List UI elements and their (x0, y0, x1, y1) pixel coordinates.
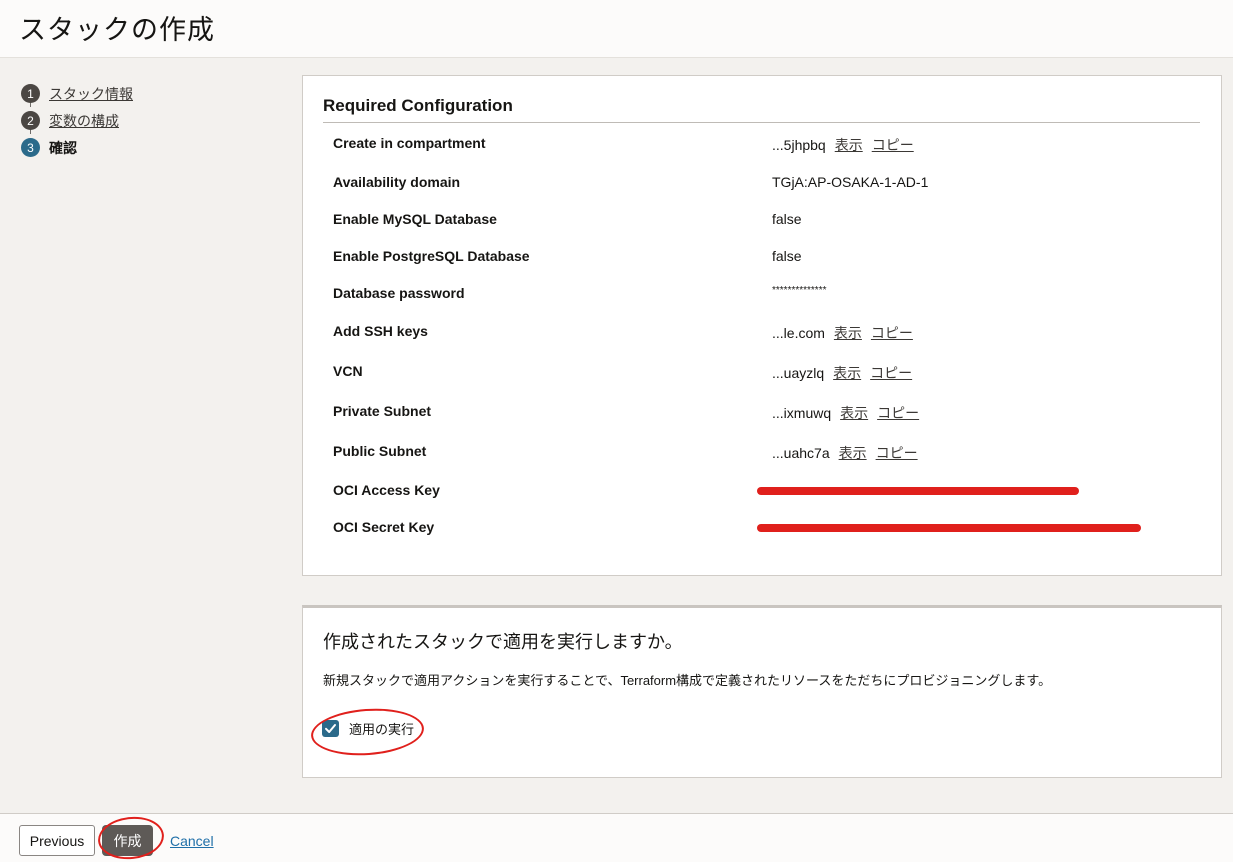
config-label: Database password (333, 285, 465, 301)
config-row-postgresql: Enable PostgreSQL Database false (333, 248, 1193, 268)
config-value (757, 519, 1141, 535)
step-label: 確認 (49, 139, 77, 156)
copy-link[interactable]: コピー (871, 325, 913, 341)
step-number: 2 (21, 111, 40, 130)
step-label[interactable]: スタック情報 (49, 84, 133, 104)
step-review: 3 確認 (21, 134, 133, 161)
checkmark-icon (325, 724, 336, 733)
value-text: ...le.com (772, 325, 825, 341)
show-link[interactable]: 表示 (839, 445, 867, 461)
config-label: Add SSH keys (333, 323, 428, 339)
config-label: OCI Access Key (333, 482, 440, 498)
config-row-public-subnet: Public Subnet ...uahc7a 表示 コピー (333, 443, 1193, 463)
config-label: Enable MySQL Database (333, 211, 497, 227)
run-apply-checkbox-row[interactable]: 適用の実行 (322, 719, 414, 738)
redaction-mark (757, 487, 1079, 496)
section-divider (323, 122, 1200, 123)
redaction-mark (757, 524, 1141, 533)
config-label: VCN (333, 363, 363, 379)
page-title: スタックの作成 (19, 15, 215, 45)
show-link[interactable]: 表示 (834, 325, 862, 341)
config-value: ...5jhpbq 表示 コピー (772, 135, 914, 155)
config-label: Availability domain (333, 174, 461, 190)
config-row-oci-access-key: OCI Access Key (333, 482, 1193, 502)
config-value: ************** (772, 285, 827, 296)
apply-description: 新規スタックで適用アクションを実行することで、Terraform構成で定義された… (323, 673, 1052, 688)
run-apply-label[interactable]: 適用の実行 (349, 719, 414, 738)
cancel-link[interactable]: Cancel (170, 833, 214, 849)
config-value: ...uayzlq 表示 コピー (772, 363, 912, 383)
copy-link[interactable]: コピー (872, 137, 914, 153)
step-variables[interactable]: 2 変数の構成 (21, 107, 133, 134)
config-value: ...uahc7a 表示 コピー (772, 443, 918, 463)
copy-link[interactable]: コピー (876, 445, 918, 461)
value-text: ...uayzlq (772, 365, 825, 381)
config-row-mysql: Enable MySQL Database false (333, 211, 1193, 231)
page-header: スタックの作成 (0, 0, 1233, 58)
step-number: 3 (21, 138, 40, 157)
config-label: Enable PostgreSQL Database (333, 248, 530, 264)
section-title: Required Configuration (323, 96, 513, 115)
show-link[interactable]: 表示 (835, 137, 863, 153)
config-row-compartment: Create in compartment ...5jhpbq 表示 コピー (333, 135, 1193, 155)
config-row-availability-domain: Availability domain TGjA:AP-OSAKA-1-AD-1 (333, 174, 1193, 194)
create-button[interactable]: 作成 (102, 825, 153, 856)
config-label: Private Subnet (333, 403, 432, 419)
wizard-steps: 1 スタック情報 2 変数の構成 3 確認 (21, 80, 133, 161)
value-text: ...ixmuwq (772, 405, 832, 421)
show-link[interactable]: 表示 (840, 405, 868, 421)
copy-link[interactable]: コピー (877, 405, 919, 421)
footer-bar: Previous 作成 Cancel (0, 813, 1233, 862)
config-value (757, 482, 1079, 498)
value-text: ...uahc7a (772, 445, 830, 461)
config-value: ...le.com 表示 コピー (772, 323, 913, 343)
apply-title: 作成されたスタックで適用を実行しますか。 (323, 632, 683, 652)
config-value: TGjA:AP-OSAKA-1-AD-1 (772, 174, 929, 190)
config-value: false (772, 248, 802, 264)
step-label[interactable]: 変数の構成 (49, 111, 119, 131)
config-label: OCI Secret Key (333, 519, 435, 535)
step-stack-info[interactable]: 1 スタック情報 (21, 80, 133, 107)
config-label: Public Subnet (333, 443, 427, 459)
config-value: false (772, 211, 802, 227)
value-text: ...5jhpbq (772, 137, 826, 153)
config-row-oci-secret-key: OCI Secret Key (333, 519, 1193, 539)
copy-link[interactable]: コピー (870, 365, 912, 381)
step-number: 1 (21, 84, 40, 103)
config-row-vcn: VCN ...uayzlq 表示 コピー (333, 363, 1193, 383)
config-row-ssh-keys: Add SSH keys ...le.com 表示 コピー (333, 323, 1193, 343)
config-label: Create in compartment (333, 135, 486, 151)
config-value: ...ixmuwq 表示 コピー (772, 403, 919, 423)
run-apply-checkbox[interactable] (322, 720, 339, 737)
apply-panel: 作成されたスタックで適用を実行しますか。 新規スタックで適用アクションを実行する… (302, 605, 1222, 778)
config-row-private-subnet: Private Subnet ...ixmuwq 表示 コピー (333, 403, 1193, 423)
show-link[interactable]: 表示 (833, 365, 861, 381)
previous-button[interactable]: Previous (19, 825, 95, 856)
config-row-db-password: Database password ************** (333, 285, 1193, 305)
required-configuration-panel: Required Configuration Create in compart… (302, 75, 1222, 576)
